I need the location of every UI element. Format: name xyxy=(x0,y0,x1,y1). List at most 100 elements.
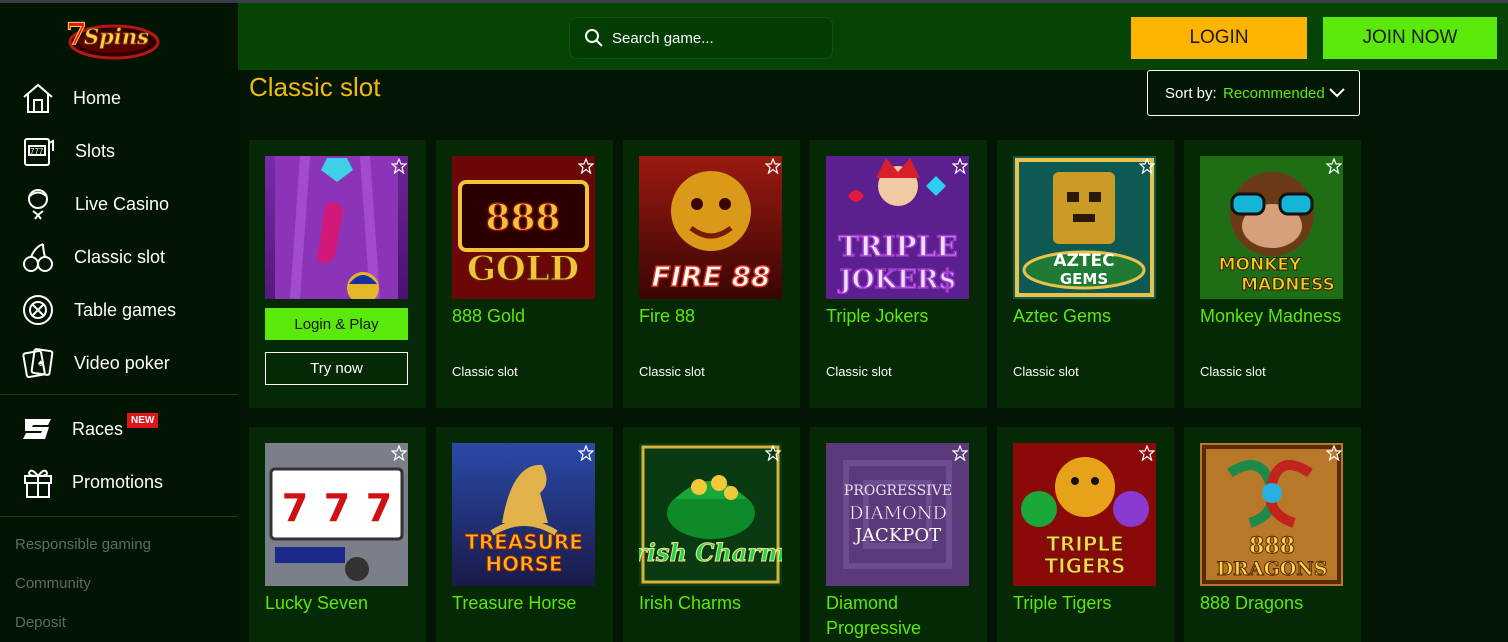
login-button[interactable]: LOGIN xyxy=(1131,17,1307,59)
favorite-star-icon[interactable] xyxy=(764,157,782,175)
game-title[interactable]: 888 Dragons xyxy=(1200,591,1355,616)
svg-text:Spins: Spins xyxy=(84,24,149,49)
favorite-star-icon[interactable] xyxy=(951,444,969,462)
join-now-button[interactable]: JOIN NOW xyxy=(1323,17,1497,59)
game-card[interactable]: 7 7 7 Lucky Seven xyxy=(249,427,426,642)
game-title[interactable]: Diamond Progressive xyxy=(826,591,981,641)
svg-text:888: 888 xyxy=(1249,533,1295,559)
page-title: Classic slot xyxy=(249,72,381,102)
sidebar-item-label: Live Casino xyxy=(75,193,170,214)
game-category: Classic slot xyxy=(826,364,892,379)
sidebar-item-home[interactable]: Home xyxy=(0,76,238,120)
favorite-star-icon[interactable] xyxy=(390,157,408,175)
svg-text:Irish Charms: Irish Charms xyxy=(639,538,782,567)
sidebar-item-table-games[interactable]: Table games xyxy=(0,288,238,332)
game-card[interactable]: TRIPLE TIGERS Triple Tigers xyxy=(997,427,1174,642)
game-thumbnail[interactable]: TRIPLE JOKER$ xyxy=(826,156,969,299)
game-thumbnail[interactable]: AZTEC GEMS xyxy=(1013,156,1156,299)
game-title[interactable]: Irish Charms xyxy=(639,591,794,616)
game-thumbnail[interactable]: FIRE 88 xyxy=(639,156,782,299)
favorite-star-icon[interactable] xyxy=(764,444,782,462)
favorite-star-icon[interactable] xyxy=(1138,157,1156,175)
sidebar-item-label: Slots xyxy=(75,140,116,161)
top-header: Search game... LOGIN JOIN NOW xyxy=(238,3,1508,70)
sidebar-item-races[interactable]: Races NEW xyxy=(0,407,238,451)
svg-text:MADNESS: MADNESS xyxy=(1241,275,1335,295)
sidebar-item-promotions[interactable]: Promotions xyxy=(0,460,238,504)
home-icon xyxy=(20,80,56,116)
svg-text:7: 7 xyxy=(282,486,308,530)
sidebar-item-classic-slot[interactable]: Classic slot xyxy=(0,235,238,279)
cards-icon: ♠ xyxy=(20,345,56,381)
dealer-icon xyxy=(20,186,56,222)
game-card[interactable]: MONKEY MADNESS Monkey Madness Classic sl… xyxy=(1184,140,1361,408)
sort-dropdown[interactable]: Sort by: Recommended xyxy=(1147,70,1360,116)
game-title[interactable]: Lucky Seven xyxy=(265,591,420,616)
game-thumbnail[interactable]: Irish Charms xyxy=(639,443,782,586)
favorite-star-icon[interactable] xyxy=(1138,444,1156,462)
sidebar-item-label: Table games xyxy=(74,299,177,320)
footer-link-responsible-gaming[interactable]: Responsible gaming xyxy=(15,536,151,553)
favorite-star-icon[interactable] xyxy=(1325,444,1343,462)
game-thumbnail[interactable]: 7 7 7 xyxy=(265,443,408,586)
game-title[interactable]: 888 Gold xyxy=(452,304,607,329)
favorite-star-icon[interactable] xyxy=(1325,157,1343,175)
sidebar-item-video-poker[interactable]: ♠ Video poker xyxy=(0,341,238,385)
game-thumbnail[interactable]: PROGRESSIVE DIAMOND JACKPOT xyxy=(826,443,969,586)
cherries-icon xyxy=(20,239,56,275)
game-card[interactable]: 888 DRAGONS 888 Dragons xyxy=(1184,427,1361,642)
svg-text:GEMS: GEMS xyxy=(1060,270,1108,288)
races-icon xyxy=(20,411,56,447)
favorite-star-icon[interactable] xyxy=(951,157,969,175)
slot-machine-icon: 777 xyxy=(20,133,56,169)
svg-text:TREASURE: TREASURE xyxy=(465,530,583,554)
game-thumbnail[interactable]: TREASURE HORSE xyxy=(452,443,595,586)
game-card[interactable]: 888 GOLD 888 Gold Classic slot xyxy=(436,140,613,408)
game-title[interactable]: Monkey Madness xyxy=(1200,304,1355,329)
game-title[interactable]: Triple Tigers xyxy=(1013,591,1168,616)
sidebar-item-label: Classic slot xyxy=(74,246,166,267)
search-input[interactable]: Search game... xyxy=(569,17,833,59)
game-title[interactable]: Fire 88 xyxy=(639,304,794,329)
sidebar-item-slots[interactable]: 777 Slots xyxy=(0,129,238,173)
sidebar-item-label: Races xyxy=(72,418,124,439)
game-thumbnail[interactable]: TRIPLE TIGERS xyxy=(1013,443,1156,586)
svg-text:TIGERS: TIGERS xyxy=(1045,554,1126,578)
sidebar-item-live-casino[interactable]: Live Casino xyxy=(0,182,238,226)
game-title[interactable]: Aztec Gems xyxy=(1013,304,1168,329)
favorite-star-icon[interactable] xyxy=(577,157,595,175)
login-play-button[interactable]: Login & Play xyxy=(265,308,408,340)
game-card[interactable]: Irish Charms Irish Charms xyxy=(623,427,800,642)
footer-link-deposit[interactable]: Deposit xyxy=(15,614,66,631)
sort-value: Recommended xyxy=(1223,84,1325,102)
svg-text:DRAGONS: DRAGONS xyxy=(1217,558,1328,580)
game-card[interactable]: TREASURE HORSE Treasure Horse xyxy=(436,427,613,642)
game-thumbnail[interactable] xyxy=(265,156,408,299)
svg-text:JACKPOT: JACKPOT xyxy=(853,525,941,546)
game-title[interactable]: Triple Jokers xyxy=(826,304,981,329)
game-card[interactable]: FIRE 88 Fire 88 Classic slot xyxy=(623,140,800,408)
game-thumbnail[interactable]: 888 DRAGONS xyxy=(1200,443,1343,586)
sidebar-item-label: Video poker xyxy=(74,352,170,373)
footer-link-community[interactable]: Community xyxy=(15,575,91,592)
svg-text:♠: ♠ xyxy=(38,358,44,369)
game-card[interactable]: AZTEC GEMS Aztec Gems Classic slot xyxy=(997,140,1174,408)
try-now-button[interactable]: Try now xyxy=(265,352,408,385)
sidebar: 7 Spins Home 777 Slots Live Casino Class… xyxy=(0,3,238,642)
game-title[interactable]: Treasure Horse xyxy=(452,591,607,616)
game-thumbnail[interactable]: MONKEY MADNESS xyxy=(1200,156,1343,299)
svg-text:TRIPLE: TRIPLE xyxy=(838,230,957,263)
game-card[interactable]: Login & Play Try now xyxy=(249,140,426,408)
brand-logo[interactable]: 7 Spins xyxy=(60,10,164,66)
favorite-star-icon[interactable] xyxy=(390,444,408,462)
chevron-down-icon xyxy=(1328,86,1346,100)
favorite-star-icon[interactable] xyxy=(577,444,595,462)
game-card[interactable]: PROGRESSIVE DIAMOND JACKPOT Diamond Prog… xyxy=(810,427,987,642)
game-thumbnail[interactable]: 888 GOLD xyxy=(452,156,595,299)
poker-chip-icon xyxy=(20,292,56,328)
sort-label: Sort by: xyxy=(1165,84,1217,102)
svg-text:7: 7 xyxy=(366,486,392,530)
game-card[interactable]: TRIPLE JOKER$ Triple Jokers Classic slot xyxy=(810,140,987,408)
sidebar-item-label: Promotions xyxy=(72,471,164,492)
svg-text:DIAMOND: DIAMOND xyxy=(849,503,947,524)
